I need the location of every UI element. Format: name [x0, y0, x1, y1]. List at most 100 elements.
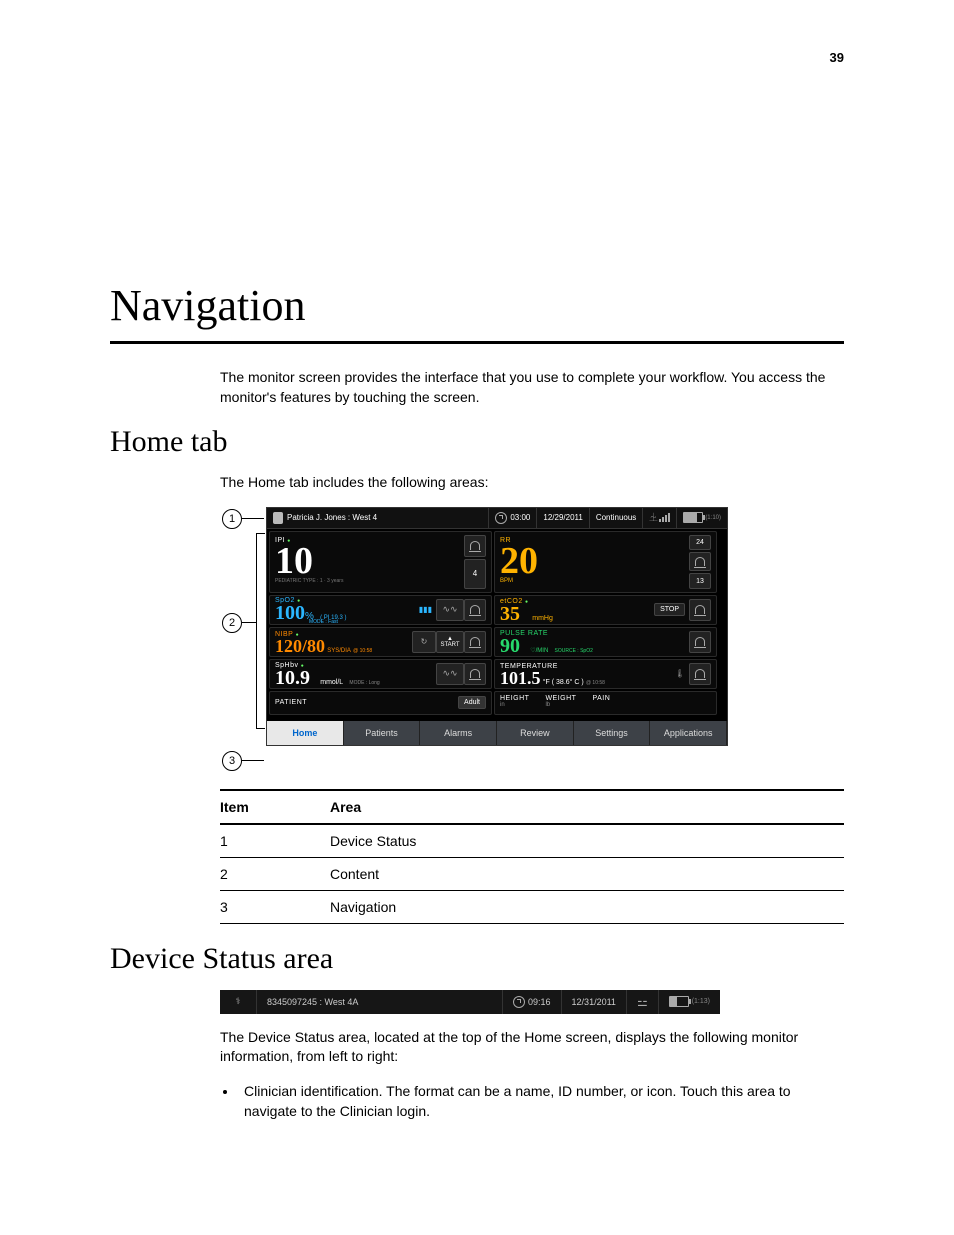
nav-tab-review[interactable]: Review: [497, 721, 574, 745]
weight-label: WEIGHT: [545, 695, 576, 702]
pulse-value: 90: [500, 635, 520, 657]
spo2-mode: MODE : Fast: [309, 619, 419, 625]
spo2-waveform-button[interactable]: ∿∿: [436, 599, 464, 621]
page-number: 39: [830, 50, 844, 65]
date-text: 12/29/2011: [543, 513, 582, 522]
spo2-value: 100: [275, 602, 305, 624]
nav-tab-home[interactable]: Home: [267, 721, 344, 745]
callout-2-line: [242, 622, 256, 623]
patient-tile[interactable]: PATIENT Adult: [269, 691, 492, 715]
status-bullets: Clinician identification. The format can…: [220, 1081, 844, 1122]
nibp-tile[interactable]: NIBP ● 120/80 SYS/DIA @ 10:58 ↻ ▲START: [269, 627, 492, 657]
etco2-value: 35: [500, 603, 520, 625]
rr-tile[interactable]: RR 20 BPM 24 13: [494, 531, 717, 593]
callout-3: 3: [222, 751, 242, 771]
clock-icon: [495, 512, 507, 524]
table-row: 3Navigation: [220, 890, 844, 923]
nibp-time: @ 10:58: [353, 648, 372, 654]
battery-icon: [683, 512, 703, 523]
nav-tab-applications[interactable]: Applications: [650, 721, 727, 745]
height-unit: in: [500, 702, 529, 708]
sphb-alarm-button[interactable]: [464, 663, 486, 685]
hwp-tile[interactable]: HEIGHTin WEIGHTlb PAIN: [494, 691, 717, 715]
status-section: ⚕ 8345097245 : West 4A 09:16 12/31/2011 …: [220, 990, 844, 1122]
bell-icon: [470, 541, 480, 550]
th-item: Item: [220, 790, 330, 824]
sphb-waveform-button[interactable]: ∿∿: [436, 663, 464, 685]
nav-tab-settings[interactable]: Settings: [574, 721, 651, 745]
etco2-unit: mmHg: [532, 615, 553, 622]
nibp-sub: SYS/DIA: [327, 648, 351, 654]
content-area: IPI ● 10 PEDIATRIC TYPE : 1 · 3 years 4: [267, 529, 727, 717]
nibp-value: 120/80: [275, 636, 325, 656]
bell-icon: [470, 605, 480, 614]
page: 39 Navigation The monitor screen provide…: [0, 0, 954, 1235]
battery-seg: (1:13): [659, 990, 720, 1014]
rr-hi-button[interactable]: 24: [689, 535, 711, 551]
bell-icon: [470, 637, 480, 646]
ipi-limit-button[interactable]: 4: [464, 559, 486, 589]
nibp-interval-button[interactable]: ↻: [412, 631, 436, 653]
clinician-icon: [273, 512, 283, 524]
clinician-icon-seg[interactable]: ⚕: [220, 990, 257, 1014]
battery-text-2: (1:13): [692, 998, 710, 1005]
time-seg[interactable]: 09:16: [503, 990, 562, 1014]
nav-tab-patients[interactable]: Patients: [344, 721, 421, 745]
adult-button[interactable]: Adult: [458, 696, 486, 709]
ipi-tile[interactable]: IPI ● 10 PEDIATRIC TYPE : 1 · 3 years 4: [269, 531, 492, 593]
bell-icon: [695, 557, 705, 566]
temp-alarm-button[interactable]: [689, 663, 711, 685]
nibp-start-button[interactable]: ▲START: [436, 631, 464, 653]
callouts: 1 2 3: [220, 507, 266, 771]
home-section: The Home tab includes the following area…: [220, 473, 844, 924]
thermometer-icon: 🌡: [675, 669, 685, 678]
bell-icon: [695, 637, 705, 646]
callout-3-line: [242, 760, 264, 761]
device-status-bar-2[interactable]: ⚕ 8345097245 : West 4A 09:16 12/31/2011 …: [220, 990, 720, 1014]
height-label: HEIGHT: [500, 695, 529, 702]
rr-lo-button[interactable]: 13: [689, 573, 711, 589]
weight-unit: lb: [545, 702, 576, 708]
cell: Navigation: [330, 890, 844, 923]
pulse-src: SOURCE : SpO2: [555, 648, 593, 654]
clinician-id-seg[interactable]: 8345097245 : West 4A: [257, 990, 503, 1014]
wifi-segment: ⏈: [643, 508, 677, 528]
nibp-alarm-button[interactable]: [464, 631, 486, 653]
cell: 2: [220, 857, 330, 890]
date-text-2: 12/31/2011: [572, 997, 616, 1007]
device-status-bar[interactable]: Patricia J. Jones : West 4 03:00 12/29/2…: [267, 508, 727, 529]
etco2-tile[interactable]: etCO2 ● 35 mmHg STOP: [494, 595, 717, 625]
pulse-tile[interactable]: PULSE RATE 90 ♡/MIN SOURCE : SpO2: [494, 627, 717, 657]
cell: Content: [330, 857, 844, 890]
nav-tab-alarms[interactable]: Alarms: [420, 721, 497, 745]
time-segment[interactable]: 03:00: [489, 508, 537, 528]
waveform-icon: ∿∿: [442, 668, 457, 679]
temp-time: @ 10:58: [586, 680, 605, 686]
rr-alarm-button[interactable]: [689, 552, 711, 571]
spo2-tile[interactable]: SpO2 ● 100% ( PI 19.3 ) MODE : Fast ▮▮▮ …: [269, 595, 492, 625]
sphb-tile[interactable]: SpHbv ● 10.9 mmol/L MODE : Long ∿∿: [269, 659, 492, 689]
temp-tile[interactable]: TEMPERATURE 101.5 °F ( 38.6° C ) @ 10:58…: [494, 659, 717, 689]
heading-device-status: Device Status area: [110, 942, 844, 976]
clinician-id: 8345097245 : West 4A: [267, 997, 358, 1007]
areas-table: Item Area 1Device Status 2Content 3Navig…: [220, 789, 844, 924]
etco2-alarm-button[interactable]: [689, 599, 711, 621]
spo2-alarm-button[interactable]: [464, 599, 486, 621]
ipi-foot: PEDIATRIC TYPE : 1 · 3 years: [275, 578, 464, 584]
date-segment: 12/29/2011: [537, 508, 589, 528]
pulse-alarm-button[interactable]: [689, 631, 711, 653]
etco2-stop-button[interactable]: STOP: [654, 603, 685, 616]
interval-icon: ↻: [421, 637, 428, 646]
clinician-patient[interactable]: Patricia J. Jones : West 4: [267, 508, 489, 528]
mode-text: Continuous: [596, 513, 636, 522]
cell: Device Status: [330, 824, 844, 858]
th-area: Area: [330, 790, 844, 824]
ipi-limit: 4: [473, 569, 477, 578]
status-para: The Device Status area, located at the t…: [220, 1028, 844, 1067]
time-text-2: 09:16: [528, 997, 551, 1007]
battery-text: (1:10): [705, 515, 721, 521]
time-text: 03:00: [510, 513, 530, 522]
rule: [110, 341, 844, 344]
ipi-alarm-button[interactable]: [464, 535, 486, 557]
sphb-mode: MODE : Long: [349, 680, 379, 686]
